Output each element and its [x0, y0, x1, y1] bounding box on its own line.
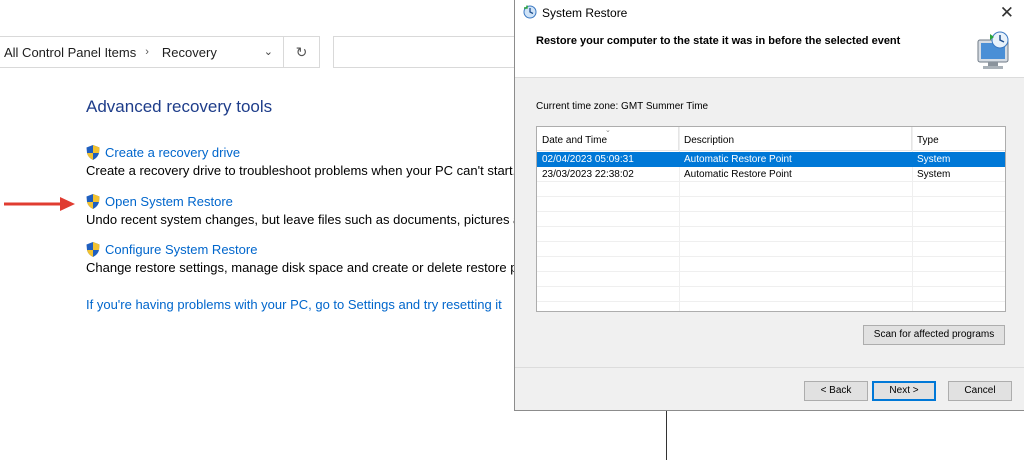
column-header-type-label: Type [917, 135, 939, 146]
column-header-description-label: Description [684, 135, 735, 146]
empty-row [537, 197, 1005, 212]
timezone-label: Current time zone: GMT Summer Time [536, 101, 709, 112]
item-open-system-restore: Open System Restore Undo recent system c… [86, 192, 535, 227]
row-type: System [917, 169, 951, 180]
row-type: System [917, 154, 951, 165]
row-description: Automatic Restore Point [684, 169, 792, 180]
dialog-header: Restore your computer to the state it wa… [515, 26, 1024, 78]
breadcrumb-recovery[interactable]: Recovery [162, 45, 217, 60]
configure-system-restore-description: Change restore settings, manage disk spa… [86, 260, 539, 275]
dialog-titlebar: System Restore ✕ [515, 0, 1024, 26]
empty-row [537, 257, 1005, 272]
column-header-date-label: Date and Time [542, 135, 608, 146]
dialog-title: System Restore [542, 6, 628, 20]
open-system-restore-description: Undo recent system changes, but leave fi… [86, 212, 535, 227]
empty-row [537, 242, 1005, 257]
table-row[interactable]: 23/03/2023 22:38:02 Automatic Restore Po… [537, 167, 1005, 182]
row-description: Automatic Restore Point [684, 154, 792, 165]
dialog-header-text: Restore your computer to the state it wa… [536, 35, 901, 47]
breadcrumb-separator-icon: › [145, 46, 149, 58]
uac-shield-icon [86, 144, 100, 160]
restore-computer-icon [977, 31, 1009, 69]
close-icon[interactable]: ✕ [1000, 3, 1014, 23]
sort-arrow-icon: ⌄ [605, 127, 611, 134]
divider-line [666, 410, 667, 460]
scan-affected-programs-button[interactable]: Scan for affected programs [863, 325, 1005, 345]
address-bar[interactable]: All Control Panel Items › Recovery ⌄ [0, 36, 284, 68]
reset-pc-link[interactable]: If you're having problems with your PC, … [86, 297, 502, 312]
chevron-down-icon[interactable]: ⌄ [264, 45, 273, 58]
restore-points-list[interactable]: ⌄ Date and Time Description Type 02/04/2… [536, 126, 1006, 312]
open-system-restore-link[interactable]: Open System Restore [105, 194, 233, 209]
breadcrumb-all-control-panel-items[interactable]: All Control Panel Items [4, 45, 136, 60]
column-header-description[interactable]: Description [679, 127, 912, 151]
red-arrow-icon [4, 197, 75, 211]
empty-row [537, 182, 1005, 197]
column-header-date[interactable]: ⌄ Date and Time [537, 127, 679, 151]
list-header: ⌄ Date and Time Description Type [537, 127, 1005, 151]
system-restore-dialog: System Restore ✕ Restore your computer t… [514, 0, 1024, 411]
uac-shield-icon [86, 241, 100, 257]
empty-row [537, 227, 1005, 242]
table-row[interactable]: 02/04/2023 05:09:31 Automatic Restore Po… [537, 152, 1005, 167]
refresh-button[interactable]: ↻ [284, 36, 320, 68]
item-create-recovery-drive: Create a recovery drive Create a recover… [86, 143, 516, 178]
uac-shield-icon [86, 193, 100, 209]
cancel-button[interactable]: Cancel [948, 381, 1012, 401]
empty-row [537, 212, 1005, 227]
search-input[interactable] [333, 36, 523, 68]
system-restore-icon [523, 5, 537, 19]
dialog-divider [515, 367, 1024, 368]
configure-system-restore-link[interactable]: Configure System Restore [105, 242, 257, 257]
next-button[interactable]: Next > [872, 381, 936, 401]
refresh-icon: ↻ [295, 43, 308, 60]
page-heading: Advanced recovery tools [86, 97, 273, 116]
create-recovery-drive-link[interactable]: Create a recovery drive [105, 145, 240, 160]
item-configure-system-restore: Configure System Restore Change restore … [86, 240, 538, 275]
column-header-type[interactable]: Type [912, 127, 1005, 151]
row-date: 23/03/2023 22:38:02 [542, 169, 634, 180]
create-recovery-drive-description: Create a recovery drive to troubleshoot … [86, 163, 517, 178]
empty-row [537, 272, 1005, 287]
empty-row [537, 287, 1005, 302]
row-date: 02/04/2023 05:09:31 [542, 154, 634, 165]
back-button[interactable]: < Back [804, 381, 868, 401]
